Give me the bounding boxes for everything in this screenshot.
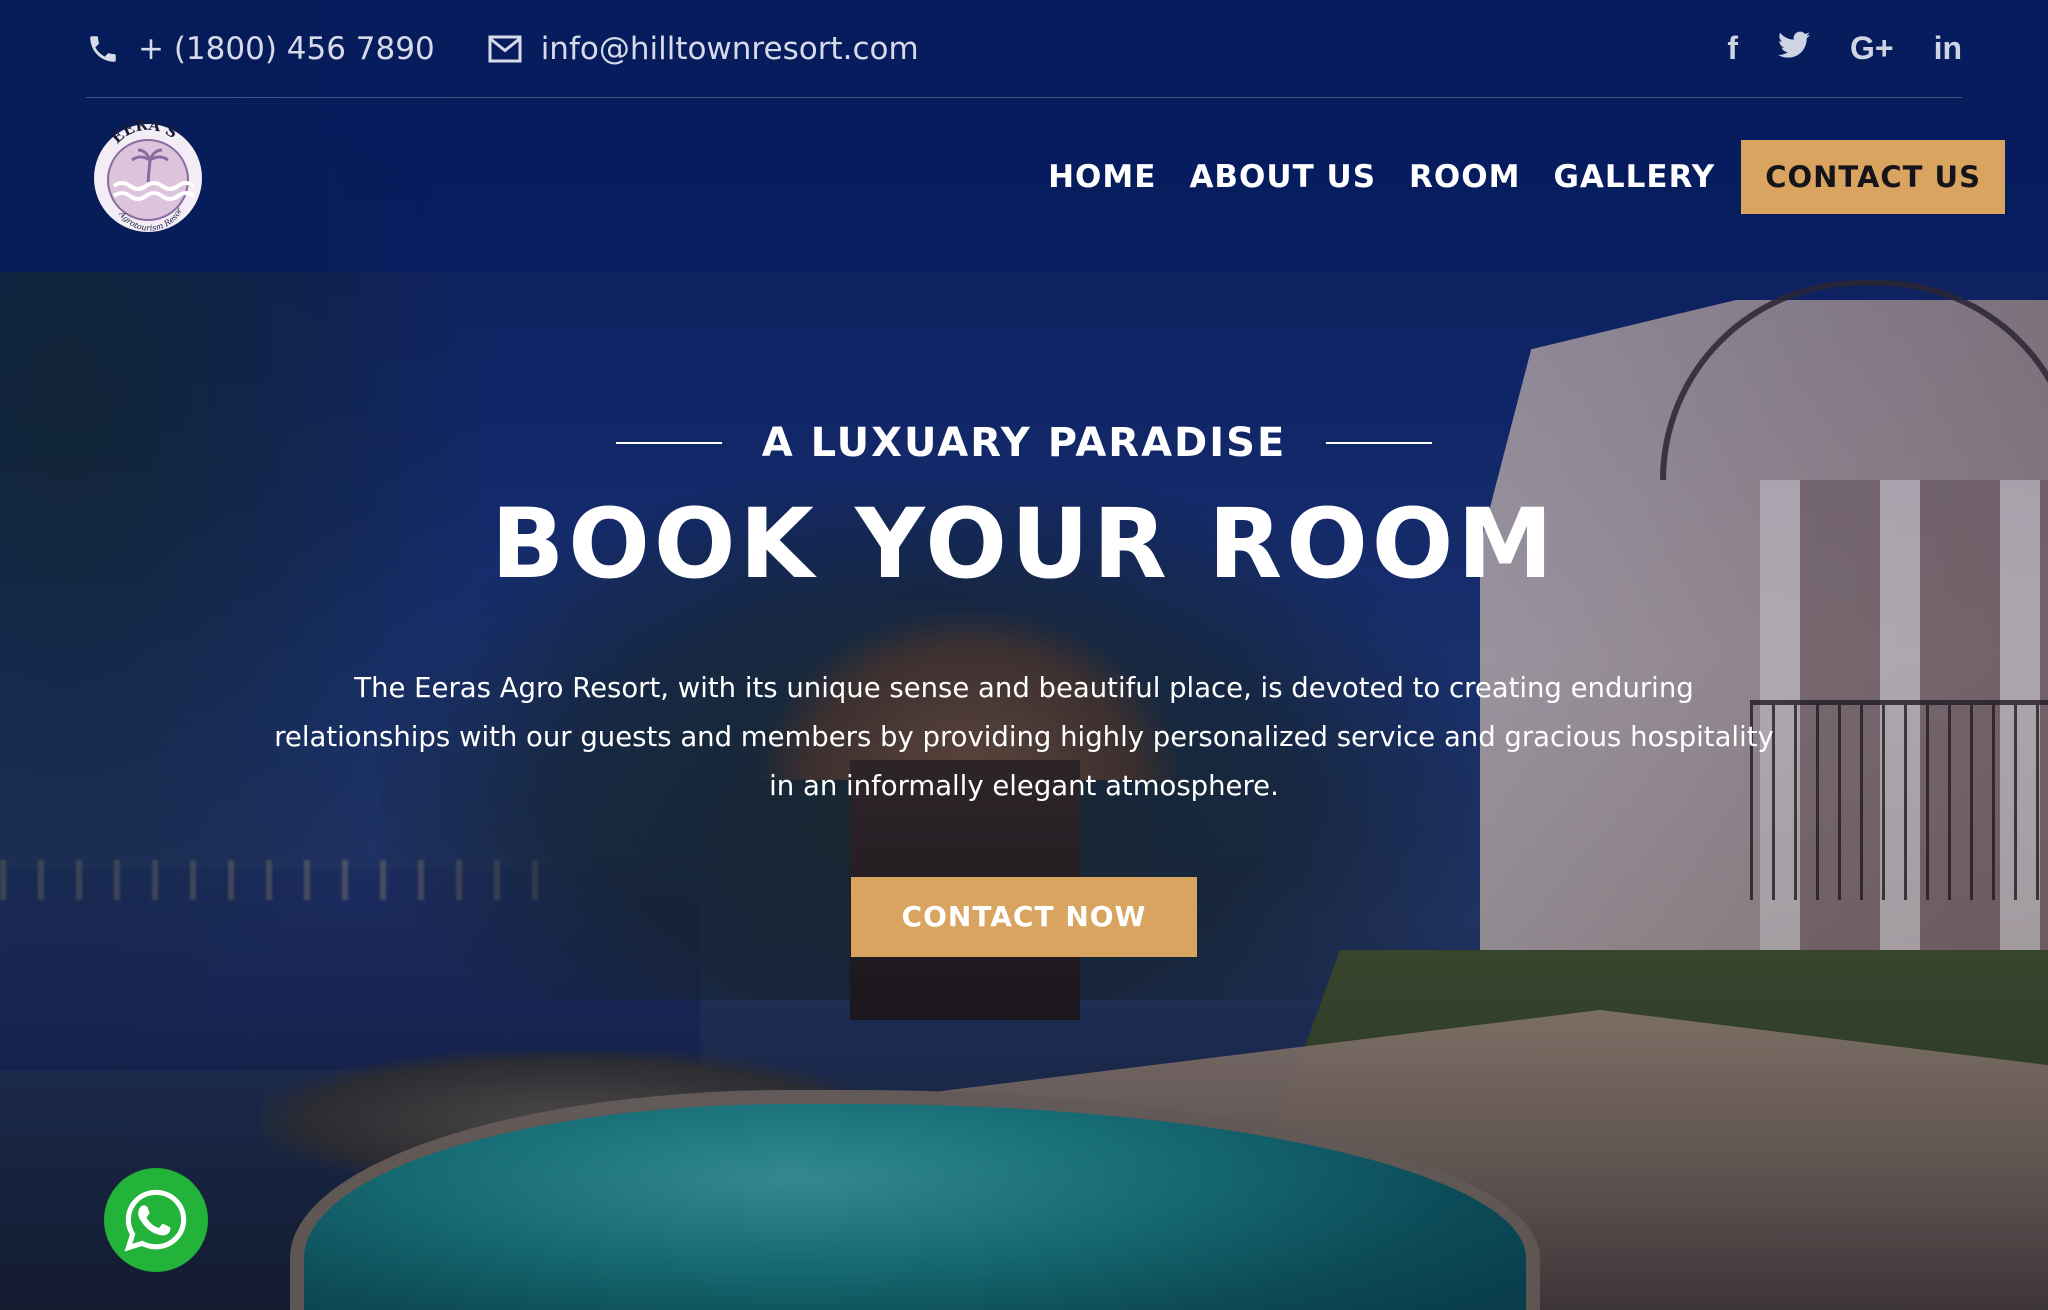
hero-eyebrow: A LUXUARY PARADISE bbox=[0, 420, 2048, 466]
linkedin-icon[interactable]: in bbox=[1934, 30, 1962, 67]
google-plus-icon[interactable]: G+ bbox=[1850, 30, 1894, 67]
site-header: + (1800) 456 7890 info@hilltownresort.co… bbox=[0, 0, 2048, 272]
eyebrow-rule-left bbox=[615, 442, 722, 444]
email-contact[interactable]: info@hilltownresort.com bbox=[487, 31, 919, 67]
whatsapp-button[interactable] bbox=[104, 1168, 208, 1272]
nav-home[interactable]: HOME bbox=[1048, 159, 1156, 195]
twitter-icon[interactable] bbox=[1777, 30, 1810, 67]
hero-headline: BOOK YOUR ROOM bbox=[491, 488, 1557, 600]
phone-number: + (1800) 456 7890 bbox=[138, 30, 435, 67]
phone-contact[interactable]: + (1800) 456 7890 bbox=[86, 31, 435, 67]
phone-icon bbox=[90, 35, 116, 62]
hero-section: A LUXUARY PARADISE BOOK YOUR ROOM The Ee… bbox=[0, 420, 2048, 957]
eyebrow-text: A LUXUARY PARADISE bbox=[761, 420, 1287, 466]
envelope-icon bbox=[488, 35, 522, 62]
nav-room[interactable]: ROOM bbox=[1409, 159, 1520, 195]
social-links: f G+ in bbox=[1727, 30, 1962, 67]
site-logo[interactable]: EERA'S Agrotourism Resort bbox=[88, 101, 206, 248]
eyebrow-rule-right bbox=[1326, 442, 1433, 444]
main-nav: HOME ABOUT US ROOM GALLERY CONTACT US bbox=[1015, 140, 2005, 214]
nav-gallery[interactable]: GALLERY bbox=[1553, 159, 1715, 195]
facebook-icon[interactable]: f bbox=[1727, 30, 1738, 67]
email-address: info@hilltownresort.com bbox=[540, 30, 919, 67]
contact-now-button[interactable]: CONTACT NOW bbox=[851, 877, 1197, 957]
nav-about-us[interactable]: ABOUT US bbox=[1189, 159, 1376, 195]
hero-description: The Eeras Agro Resort, with its unique s… bbox=[274, 672, 1774, 802]
contact-us-button[interactable]: CONTACT US bbox=[1741, 140, 2005, 214]
top-contact-bar: + (1800) 456 7890 info@hilltownresort.co… bbox=[86, 0, 1962, 98]
whatsapp-icon bbox=[124, 1189, 187, 1252]
logo-emblem-icon: EERA'S Agrotourism Resort bbox=[88, 101, 202, 233]
